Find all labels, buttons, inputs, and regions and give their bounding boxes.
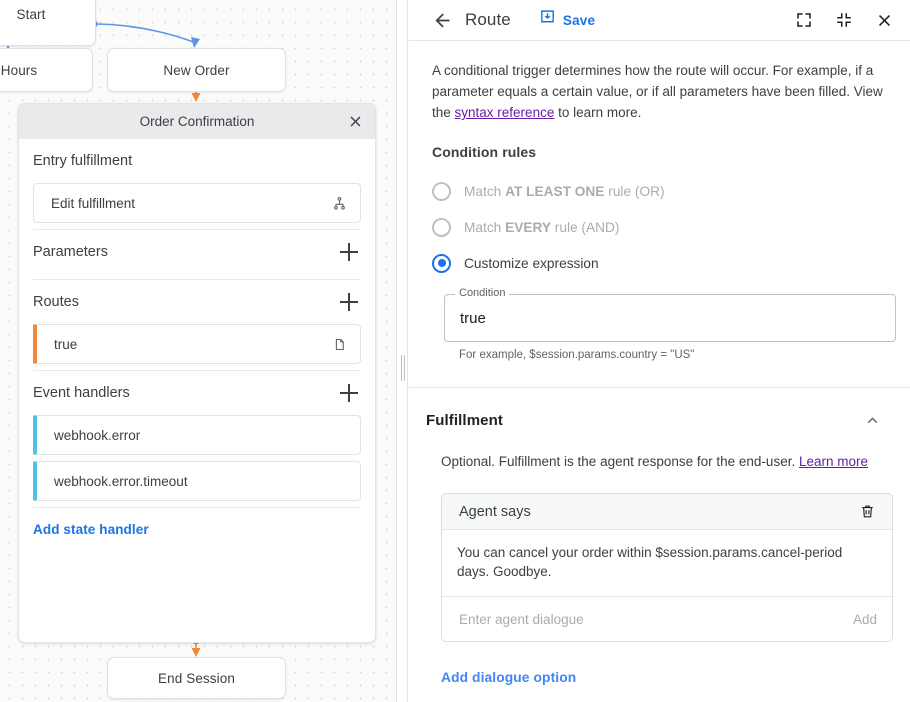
- add-state-handler-link[interactable]: Add state handler: [33, 508, 149, 537]
- panel-splitter[interactable]: [396, 0, 408, 702]
- save-label: Save: [563, 13, 595, 28]
- radio-label-bold: AT LEAST ONE: [505, 184, 604, 199]
- page-card-body: Entry fulfillment Edit fulfillment Param…: [19, 139, 375, 642]
- event-handler-label: webhook.error.timeout: [37, 474, 349, 489]
- add-dialogue-option-link[interactable]: Add dialogue option: [441, 670, 576, 685]
- fulfillment-section: Fulfillment Optional. Fulfillment is the…: [409, 388, 910, 702]
- save-button[interactable]: Save: [539, 9, 595, 31]
- close-icon[interactable]: [344, 111, 366, 133]
- condition-helper-text: For example, $session.params.country = "…: [459, 349, 896, 361]
- panel-header: Route Save: [409, 0, 910, 41]
- back-arrow-icon[interactable]: [430, 8, 454, 32]
- flow-canvas[interactable]: Start Hours New Order End Session Order …: [0, 0, 396, 702]
- section-parameters-header: Parameters: [33, 230, 361, 274]
- trash-icon[interactable]: [856, 501, 878, 523]
- fulfillment-header: Fulfillment: [426, 408, 884, 432]
- event-handler-row[interactable]: webhook.error.timeout: [33, 461, 361, 501]
- radio-mark-icon: [432, 182, 451, 201]
- radio-label-post: rule (AND): [551, 220, 619, 235]
- edit-fulfillment-label: Edit fulfillment: [34, 196, 329, 211]
- event-handler-label: webhook.error: [37, 428, 349, 443]
- radio-label-pre: Customize expression: [464, 256, 599, 271]
- condition-description-part2: to learn more.: [554, 105, 641, 120]
- flow-node-label: New Order: [163, 63, 229, 78]
- agent-dialogue-input-row: Add: [442, 597, 892, 641]
- radio-label-pre: Match: [464, 220, 505, 235]
- section-event-handlers-header: Event handlers: [33, 371, 361, 415]
- page-copy-icon[interactable]: [329, 334, 349, 354]
- radio-customize-expression[interactable]: Customize expression: [432, 245, 884, 281]
- route-label: true: [37, 337, 329, 352]
- event-handler-row[interactable]: webhook.error: [33, 415, 361, 455]
- flow-node-start[interactable]: Start: [0, 0, 96, 46]
- panel-scroll-area[interactable]: A conditional trigger determines how the…: [409, 41, 910, 702]
- condition-field-label: Condition: [455, 287, 509, 299]
- condition-section: A conditional trigger determines how the…: [409, 41, 910, 387]
- radio-match-at-least-one[interactable]: Match AT LEAST ONE rule (OR): [432, 173, 884, 209]
- section-entry-fulfillment-header: Entry fulfillment: [33, 139, 361, 183]
- section-title: Parameters: [33, 244, 108, 260]
- add-route-button[interactable]: [337, 290, 361, 314]
- account-tree-icon[interactable]: [329, 193, 349, 213]
- agent-dialogue-input[interactable]: [457, 611, 843, 628]
- fulfillment-description: Optional. Fulfillment is the agent respo…: [441, 452, 871, 472]
- condition-rules-heading: Condition rules: [432, 144, 884, 160]
- section-title: Entry fulfillment: [33, 153, 132, 169]
- learn-more-link[interactable]: Learn more: [799, 454, 868, 469]
- route-panel: Route Save: [409, 0, 910, 702]
- fullscreen-collapse-icon[interactable]: [832, 8, 856, 32]
- flow-node-end-session[interactable]: End Session: [107, 657, 286, 699]
- chevron-up-icon[interactable]: [860, 408, 884, 432]
- route-row[interactable]: true: [33, 324, 361, 364]
- condition-field[interactable]: Condition true For example, $session.par…: [444, 294, 896, 361]
- page-card-title: Order Confirmation: [140, 114, 255, 129]
- section-title: Event handlers: [33, 385, 130, 401]
- section-title: Routes: [33, 294, 79, 310]
- fullscreen-expand-icon[interactable]: [792, 8, 816, 32]
- flow-node-new-order[interactable]: New Order: [107, 48, 286, 92]
- agent-says-header: Agent says: [442, 494, 892, 530]
- radio-mark-icon: [432, 254, 451, 273]
- panel-title: Route: [465, 10, 511, 30]
- close-icon[interactable]: [872, 8, 896, 32]
- page-card-order-confirmation: Order Confirmation Entry fulfillment Edi…: [18, 103, 376, 643]
- condition-description: A conditional trigger determines how the…: [432, 60, 884, 123]
- radio-label: Match AT LEAST ONE rule (OR): [464, 184, 665, 199]
- fulfillment-description-part1: Optional. Fulfillment is the agent respo…: [441, 454, 799, 469]
- radio-label-bold: EVERY: [505, 220, 551, 235]
- add-event-handler-button[interactable]: [337, 381, 361, 405]
- edit-fulfillment-row[interactable]: Edit fulfillment: [33, 183, 361, 223]
- page-card-header: Order Confirmation: [19, 104, 375, 139]
- splitter-grip-icon[interactable]: [400, 355, 406, 381]
- flow-node-label: End Session: [158, 671, 235, 686]
- fulfillment-title: Fulfillment: [426, 412, 503, 429]
- agent-says-message[interactable]: You can cancel your order within $sessio…: [442, 530, 892, 597]
- condition-field-value[interactable]: true: [444, 294, 896, 342]
- save-icon: [539, 9, 556, 31]
- syntax-reference-link[interactable]: syntax reference: [455, 105, 555, 120]
- flow-node-hours[interactable]: Hours: [0, 48, 93, 92]
- agent-says-title: Agent says: [459, 504, 531, 520]
- radio-mark-icon: [432, 218, 451, 237]
- radio-label: Match EVERY rule (AND): [464, 220, 619, 235]
- radio-label-pre: Match: [464, 184, 505, 199]
- agent-says-card: Agent says You can cancel your order wit…: [441, 493, 893, 642]
- flow-node-label: Hours: [1, 63, 38, 78]
- radio-label-post: rule (OR): [604, 184, 664, 199]
- radio-match-every[interactable]: Match EVERY rule (AND): [432, 209, 884, 245]
- add-parameter-button[interactable]: [337, 240, 361, 264]
- app-root: Start Hours New Order End Session Order …: [0, 0, 910, 702]
- add-dialogue-button[interactable]: Add: [843, 612, 877, 627]
- section-routes-header: Routes: [33, 280, 361, 324]
- radio-label: Customize expression: [464, 256, 599, 271]
- flow-node-label: Start: [16, 7, 45, 22]
